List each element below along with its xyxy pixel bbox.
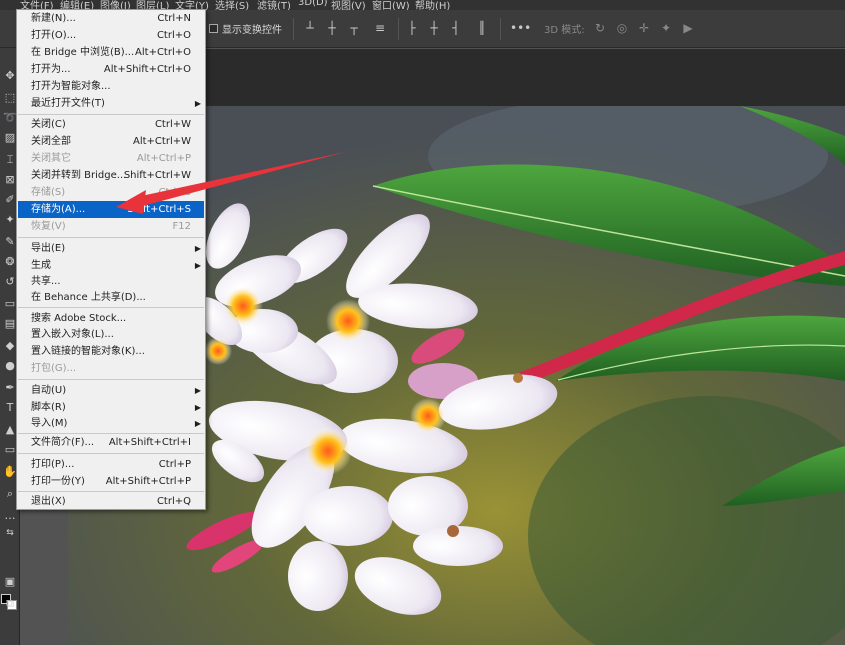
menu-item-generate[interactable]: 生成 ▶ [18, 257, 204, 274]
menu-separator [18, 114, 204, 115]
divider [398, 18, 399, 40]
3d-mode-label: 3D 模式: [544, 25, 585, 36]
menu-item-close-all[interactable]: 关闭全部 Alt+Ctrl+W [18, 133, 204, 150]
menu-separator [18, 491, 204, 492]
menu-item-share[interactable]: 共享... [18, 273, 204, 290]
align-hcenter-icon[interactable]: ┼ [426, 20, 442, 36]
swap-colors-icon[interactable]: ⇆ [2, 526, 18, 541]
menu-help[interactable]: 帮助(H) [415, 0, 450, 10]
menu-window[interactable]: 窗口(W) [372, 0, 410, 10]
menu-item-import[interactable]: 导入(M) ▶ [18, 415, 204, 432]
file-menu-dropdown: 新建(N)... Ctrl+N 打开(O)... Ctrl+O 在 Bridge 中… [16, 9, 206, 510]
show-transform-label: 显示变换控件 [222, 25, 282, 36]
menu-item-close-go-to-bridge[interactable]: 关闭并转到 Bridge... Shift+Ctrl+W [18, 167, 204, 184]
menu-item-automate[interactable]: 自动(U) ▶ [18, 382, 204, 399]
menu-separator [18, 307, 204, 308]
3d-slide-icon[interactable]: ✦ [658, 20, 674, 36]
submenu-arrow-icon: ▶ [194, 403, 201, 412]
distribute-icon[interactable]: ≡ [372, 20, 388, 36]
menu-item-close[interactable]: 关闭(C) Ctrl+W [18, 116, 204, 133]
menu-filter[interactable]: 滤镜(T) [257, 0, 291, 10]
menu-item-package[interactable]: 打包(G)... [18, 360, 204, 377]
menu-item-browse-in-bridge[interactable]: 在 Bridge 中浏览(B)... Alt+Ctrl+O [18, 44, 204, 61]
menu-item-open-as[interactable]: 打开为... Alt+Shift+Ctrl+O [18, 61, 204, 78]
3d-pan-icon[interactable]: ✛ [636, 20, 652, 36]
divider [293, 18, 294, 40]
align-top-icon[interactable]: ┴ [302, 20, 318, 36]
3d-rotate-icon[interactable]: ↻ [592, 20, 608, 36]
align-vcenter-icon[interactable]: ┼ [324, 20, 340, 36]
submenu-arrow-icon: ▶ [194, 386, 201, 395]
quick-mask-icon[interactable]: ▣ [2, 574, 18, 589]
show-transform-checkbox[interactable] [209, 24, 218, 33]
menu-item-save-as[interactable]: 存储为(A)... Shift+Ctrl+S [18, 201, 204, 218]
menu-3d[interactable]: 3D(D) [298, 0, 328, 8]
3d-roll-icon[interactable]: ◎ [614, 20, 630, 36]
menu-item-file-info[interactable]: 文件简介(F)... Alt+Shift+Ctrl+I [18, 434, 204, 451]
submenu-arrow-icon: ▶ [194, 261, 201, 270]
menu-item-search-adobe-stock[interactable]: 搜索 Adobe Stock... [18, 310, 204, 327]
menu-item-place-embedded[interactable]: 置入嵌入对象(L)... [18, 326, 204, 343]
menu-item-revert[interactable]: 恢复(V) F12 [18, 218, 204, 235]
menu-item-open-recent[interactable]: 最近打开文件(T) ▶ [18, 95, 204, 112]
submenu-arrow-icon: ▶ [194, 419, 201, 428]
screen-mode-icon[interactable]: ⧉ [2, 596, 18, 611]
menu-item-scripts[interactable]: 脚本(R) ▶ [18, 399, 204, 416]
menu-item-close-others[interactable]: 关闭其它 Alt+Ctrl+P [18, 150, 204, 167]
edit-toolbar-icon[interactable]: … [2, 508, 18, 523]
menu-item-share-on-behance[interactable]: 在 Behance 上共享(D)... [18, 289, 204, 306]
menu-separator [18, 237, 204, 238]
distribute-horizontal-icon[interactable]: ║ [474, 20, 490, 36]
menu-item-print-one-copy[interactable]: 打印一份(Y) Alt+Shift+Ctrl+P [18, 473, 204, 490]
menu-item-open[interactable]: 打开(O)... Ctrl+O [18, 27, 204, 44]
menu-separator [18, 453, 204, 454]
3d-scale-icon[interactable]: ▶ [680, 20, 696, 36]
menu-separator [18, 379, 204, 380]
divider [500, 18, 501, 40]
menu-item-place-linked[interactable]: 置入链接的智能对象(K)... [18, 343, 204, 360]
submenu-arrow-icon: ▶ [194, 99, 201, 108]
menu-item-export[interactable]: 导出(E) ▶ [18, 240, 204, 257]
align-left-icon[interactable]: ├ [404, 20, 420, 36]
menu-item-print[interactable]: 打印(P)... Ctrl+P [18, 456, 204, 473]
menu-item-save[interactable]: 存储(S) Ctrl+S [18, 184, 204, 201]
more-options-icon[interactable]: ••• [510, 20, 531, 36]
menu-select[interactable]: 选择(S) [215, 0, 249, 10]
menu-item-exit[interactable]: 退出(X) Ctrl+Q [18, 493, 204, 510]
align-bottom-icon[interactable]: ┬ [346, 20, 362, 36]
menu-item-new[interactable]: 新建(N)... Ctrl+N [18, 10, 204, 27]
align-right-icon[interactable]: ┤ [448, 20, 464, 36]
menu-item-open-as-smart-object[interactable]: 打开为智能对象... [18, 78, 204, 95]
submenu-arrow-icon: ▶ [194, 244, 201, 253]
menu-view[interactable]: 视图(V) [331, 0, 366, 10]
